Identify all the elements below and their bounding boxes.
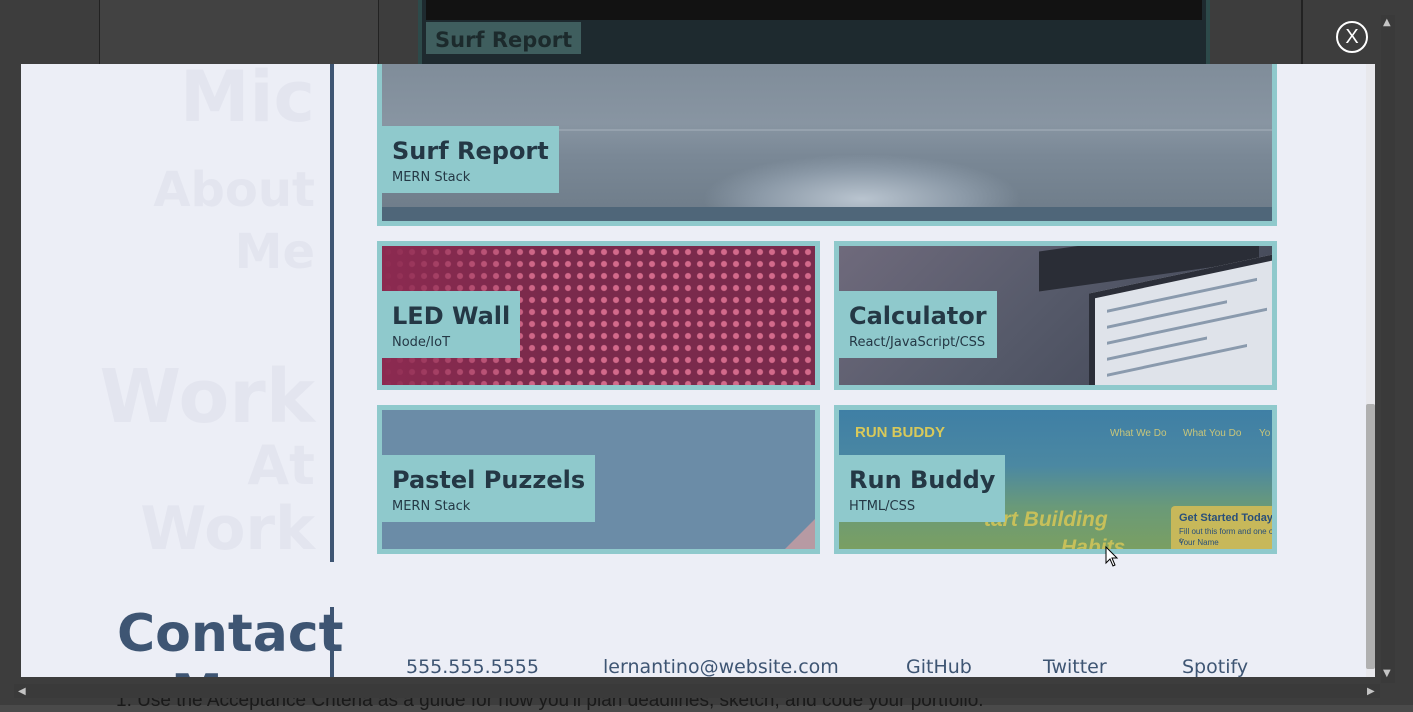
project-title: Calculator (849, 302, 987, 330)
project-title: LED Wall (392, 302, 511, 330)
project-tag: Pastel Puzzels MERN Stack (382, 455, 596, 522)
scroll-up-icon[interactable]: ▲ (1383, 17, 1391, 28)
section-divider (330, 607, 334, 677)
close-button[interactable]: X (1336, 21, 1368, 53)
project-title: Pastel Puzzels (392, 466, 586, 494)
scroll-left-icon[interactable]: ◀ (18, 686, 26, 697)
project-subtitle: MERN Stack (392, 499, 471, 514)
contact-heading: Contact (117, 604, 344, 664)
scroll-down-icon[interactable]: ▼ (1383, 668, 1391, 679)
project-subtitle: Node/IoT (392, 335, 451, 350)
contact-twitter-link[interactable]: Twitter (1043, 656, 1107, 677)
project-card-run-buddy[interactable]: RUN BUDDY What We Do What You Do Yo tart… (834, 405, 1277, 554)
ghost-heading: Me (234, 224, 315, 280)
project-title: Run Buddy (849, 466, 996, 494)
lightbox-modal: Mic About Me Work At Work Surf Report ME… (21, 64, 1375, 677)
background-divider (1301, 0, 1303, 64)
project-subtitle: HTML/CSS (849, 499, 916, 514)
contact-heading-line2: Me (171, 664, 258, 677)
project-subtitle: MERN Stack (392, 170, 471, 185)
project-tag: Surf Report MERN Stack (382, 126, 559, 193)
background-preview: Surf Report (418, 0, 1210, 64)
background-sidebar (99, 0, 379, 64)
contact-github-link[interactable]: GitHub (906, 656, 972, 677)
run-buddy-cta-title: Get Started Today (1179, 512, 1273, 524)
contact-phone[interactable]: 555.555.5555 (406, 656, 539, 677)
ghost-heading: About (153, 162, 315, 218)
ghost-heading: Mic (179, 64, 315, 138)
run-buddy-nav-item: Yo (1259, 428, 1271, 439)
ghost-heading: Work (140, 494, 315, 564)
project-tag: LED Wall Node/IoT (382, 291, 521, 358)
contact-email-link[interactable]: lernantino@website.com (603, 656, 839, 677)
run-buddy-nav-item: What We Do (1110, 428, 1167, 439)
project-tag: Calculator React/JavaScript/CSS (839, 291, 997, 358)
ghost-heading: At (247, 434, 315, 497)
section-divider (330, 64, 334, 562)
run-buddy-cta-field: Your Name (1179, 538, 1219, 547)
project-tag: Run Buddy HTML/CSS (839, 455, 1006, 522)
run-buddy-cta-box: Get Started Today Fill out this form and… (1171, 506, 1273, 549)
project-card-pastel-puzzels[interactable]: Pastel Puzzels MERN Stack (377, 405, 820, 554)
mouse-pointer-icon (1105, 546, 1119, 567)
page-horizontal-scrollbar[interactable] (14, 684, 1380, 698)
project-card-surf-report[interactable]: Surf Report MERN Stack (377, 64, 1277, 226)
scroll-right-icon[interactable]: ▶ (1367, 686, 1375, 697)
modal-scrollbar-thumb[interactable] (1366, 404, 1375, 669)
ghost-heading: Work (99, 354, 315, 440)
project-card-calculator[interactable]: Calculator React/JavaScript/CSS (834, 241, 1277, 390)
run-buddy-nav-item: What You Do (1183, 428, 1242, 439)
project-subtitle: React/JavaScript/CSS (849, 335, 986, 350)
project-card-led-wall[interactable]: LED Wall Node/IoT (377, 241, 820, 390)
contact-spotify-link[interactable]: Spotify (1182, 656, 1248, 677)
run-buddy-brand: RUN BUDDY (855, 424, 945, 441)
project-title: Surf Report (392, 137, 549, 165)
page-vertical-scrollbar[interactable] (1381, 15, 1395, 683)
sidebar-ghost-text: Mic About Me Work At Work (21, 64, 333, 564)
background-preview-tag: Surf Report (426, 22, 582, 54)
